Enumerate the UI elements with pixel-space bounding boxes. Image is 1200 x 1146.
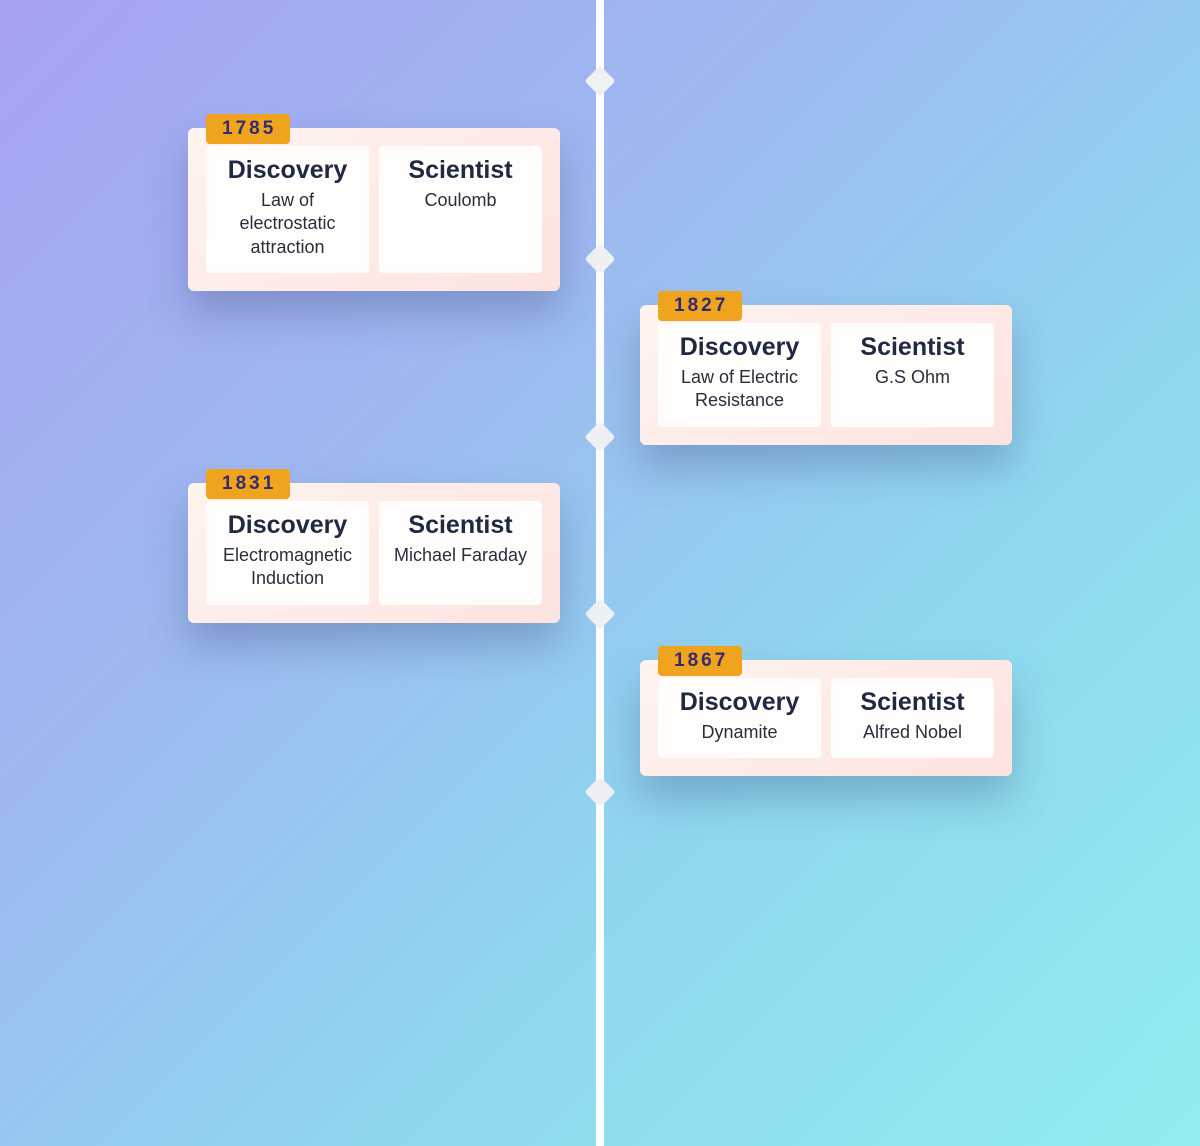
timeline-diamond	[584, 598, 615, 629]
scientist-text: Alfred Nobel	[837, 721, 988, 744]
discovery-heading: Discovery	[664, 333, 815, 362]
scientist-heading: Scientist	[385, 511, 536, 540]
scientist-text: Coulomb	[385, 189, 536, 212]
scientist-heading: Scientist	[385, 156, 536, 185]
discovery-cell: Discovery Law of electrostatic attraction	[206, 146, 369, 273]
discovery-text: Dynamite	[664, 721, 815, 744]
discovery-heading: Discovery	[212, 156, 363, 185]
scientist-text: G.S Ohm	[837, 366, 988, 389]
discovery-cell: Discovery Dynamite	[658, 678, 821, 758]
discovery-heading: Discovery	[212, 511, 363, 540]
discovery-cell: Discovery Electromagnetic Induction	[206, 501, 369, 605]
discovery-cell: Discovery Law of Electric Resistance	[658, 323, 821, 427]
timeline-entry: 1827DiscoveryLaw of Electric ResistanceS…	[640, 305, 1012, 445]
timeline-entry: 1867DiscoveryDynamiteScientistAlfred Nob…	[640, 660, 1012, 776]
timeline-entry: 1785DiscoveryLaw of electrostatic attrac…	[188, 128, 560, 291]
scientist-cell: Scientist Alfred Nobel	[831, 678, 994, 758]
timeline-diamond	[584, 776, 615, 807]
discovery-heading: Discovery	[664, 688, 815, 717]
timeline-diamond	[584, 243, 615, 274]
scientist-text: Michael Faraday	[385, 544, 536, 567]
timeline-line	[596, 0, 604, 1146]
discovery-text: Law of Electric Resistance	[664, 366, 815, 413]
scientist-cell: Scientist Michael Faraday	[379, 501, 542, 605]
scientist-cell: Scientist Coulomb	[379, 146, 542, 273]
discovery-text: Electromagnetic Induction	[212, 544, 363, 591]
scientist-cell: Scientist G.S Ohm	[831, 323, 994, 427]
year-badge: 1831	[206, 469, 290, 499]
timeline-diamond	[584, 421, 615, 452]
scientist-heading: Scientist	[837, 333, 988, 362]
timeline-diamond	[584, 65, 615, 96]
scientist-heading: Scientist	[837, 688, 988, 717]
year-badge: 1867	[658, 646, 742, 676]
discovery-text: Law of electrostatic attraction	[212, 189, 363, 259]
timeline-entry: 1831DiscoveryElectromagnetic InductionSc…	[188, 483, 560, 623]
year-badge: 1785	[206, 114, 290, 144]
year-badge: 1827	[658, 291, 742, 321]
